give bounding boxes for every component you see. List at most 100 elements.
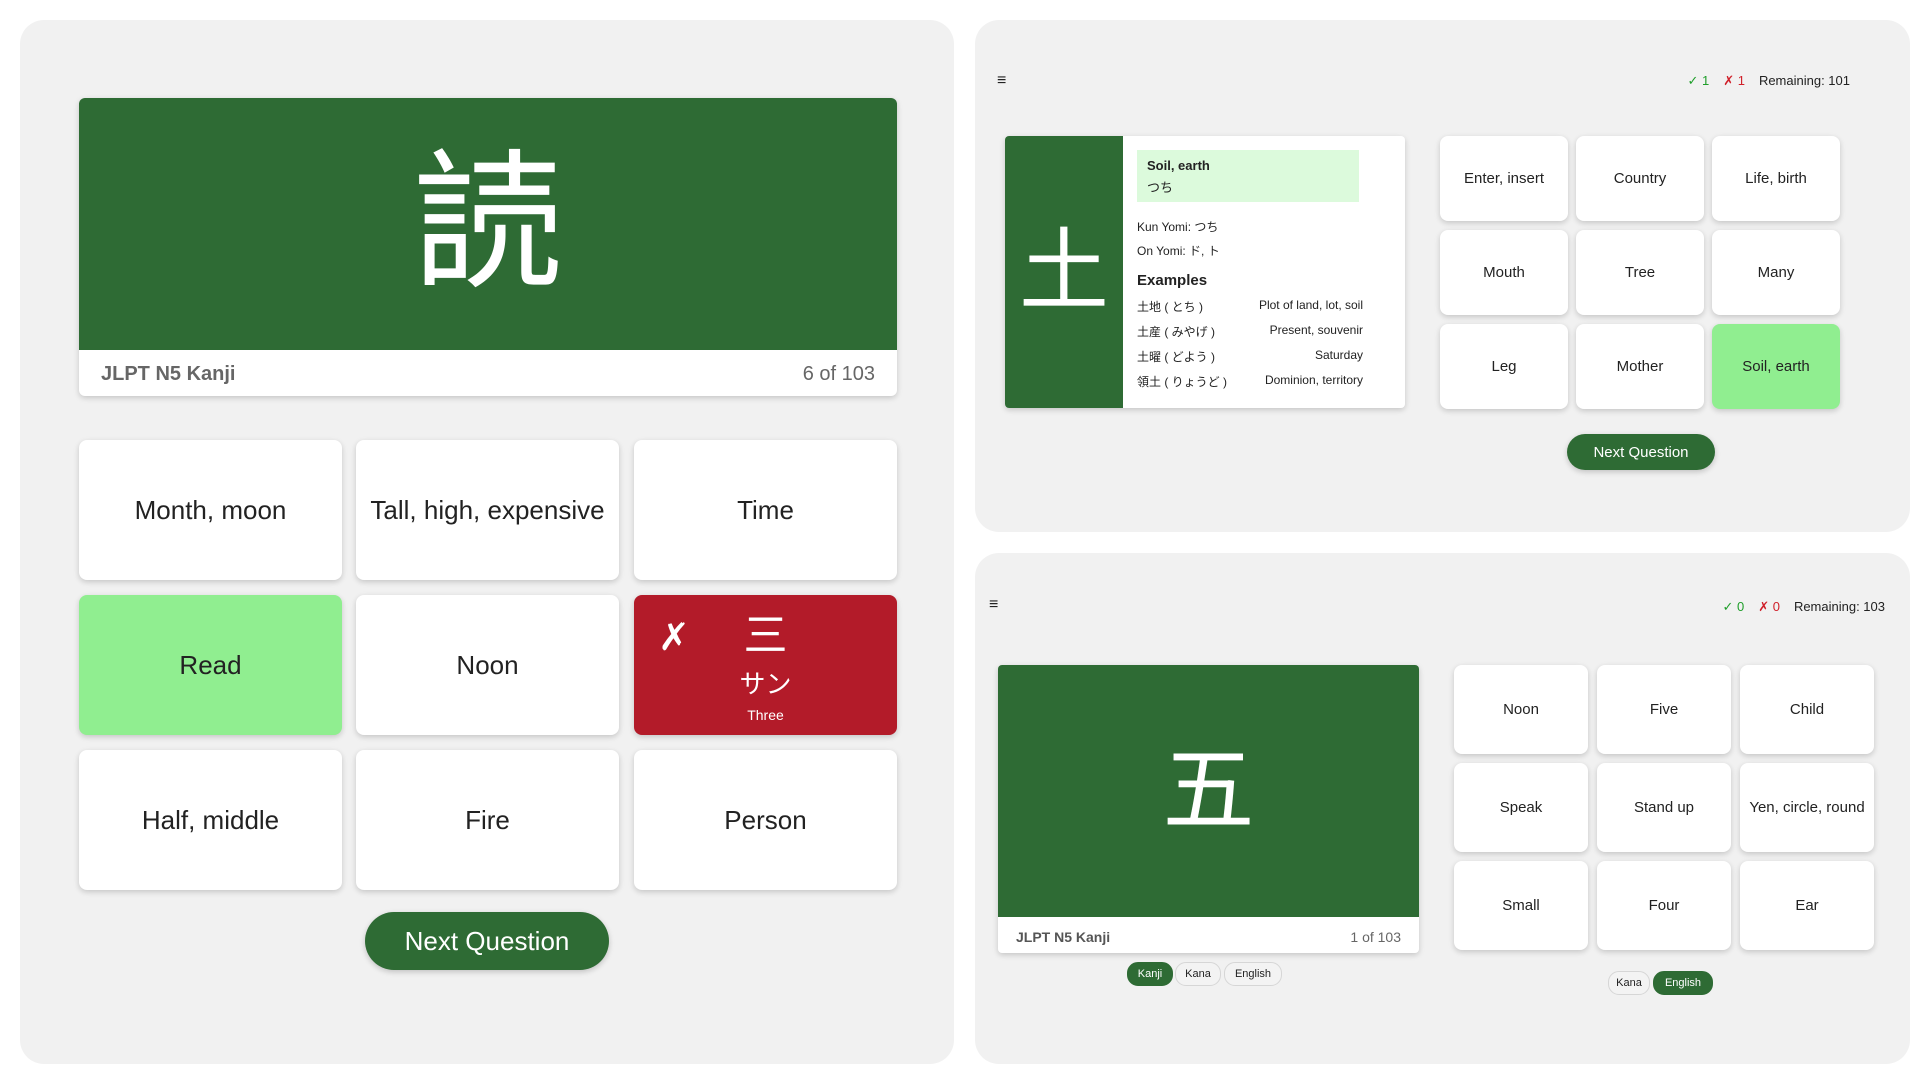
option-label: Yen, circle, round — [1749, 799, 1865, 816]
option-label: Time — [737, 494, 794, 525]
option-label: Month, moon — [134, 494, 287, 525]
review-panel: ≡ ✓ 1 ✗ 1 Remaining: 101 土 Soil, earth つ… — [975, 20, 1910, 532]
example-meaning: Saturday — [1314, 348, 1363, 362]
option-label: Enter, insert — [1463, 170, 1545, 187]
answer-option[interactable]: Half, middle — [79, 750, 342, 890]
example-meaning: Plot of land, lot, soil — [1258, 298, 1363, 312]
detail-kanji-display: 土 — [1005, 136, 1123, 408]
answer-option[interactable]: Mother — [1576, 324, 1704, 409]
progress-counter-2: 1 of 103 — [1350, 929, 1401, 945]
answer-option[interactable]: Fire — [356, 750, 619, 890]
menu-icon-2[interactable]: ≡ — [989, 596, 998, 614]
answer-option[interactable]: Person — [634, 750, 897, 890]
answer-option[interactable]: Enter, insert — [1440, 136, 1568, 221]
answer-option[interactable]: Tree — [1576, 230, 1704, 315]
correct-count-2: ✓ 0 — [1722, 599, 1745, 614]
next-question-button-review[interactable]: Next Question — [1567, 434, 1715, 470]
answer-option[interactable]: Life, birth — [1712, 136, 1840, 221]
option-label: Speak — [1499, 799, 1543, 816]
next-question-button[interactable]: Next Question — [365, 912, 609, 970]
answer-mode-pill-0[interactable]: Kana — [1608, 971, 1650, 995]
answer-option[interactable]: Noon — [356, 595, 619, 735]
wrong-count: ✗ 1 — [1723, 73, 1745, 88]
answer-option[interactable]: Leg — [1440, 324, 1568, 409]
wrong-option-kanji: 三 — [743, 609, 788, 661]
answer-option[interactable]: Mouth — [1440, 230, 1568, 315]
remaining-count-2: Remaining: 103 — [1793, 599, 1885, 614]
answer-option[interactable]: Ear — [1740, 861, 1874, 950]
answer-option[interactable]: Month, moon — [79, 440, 342, 580]
option-label: Read — [179, 649, 242, 680]
kanji-display-2: 五 — [998, 665, 1419, 917]
correct-count: ✓ 1 — [1687, 73, 1710, 88]
examples-title: Examples — [1137, 272, 1208, 289]
option-label: Person — [724, 804, 807, 835]
wrong-option-kana: サン — [739, 668, 792, 699]
example-word: 土曜 ( どよう ) — [1137, 350, 1215, 364]
meaning-text: Soil, earth — [1147, 158, 1210, 173]
wrong-option-meaning: Three — [747, 706, 784, 723]
score-bar-2: ✓ 0 ✗ 0 Remaining: 103 — [1722, 599, 1885, 615]
menu-icon[interactable]: ≡ — [997, 72, 1006, 90]
option-label: Five — [1649, 701, 1679, 718]
answer-option[interactable]: Country — [1576, 136, 1704, 221]
answer-option[interactable]: Noon — [1454, 665, 1588, 754]
option-label: Mouth — [1483, 264, 1525, 281]
progress-counter: 6 of 103 — [802, 363, 875, 385]
answer-option-correct[interactable]: Read — [79, 595, 342, 735]
option-label: Half, middle — [141, 804, 280, 835]
kun-yomi: Kun Yomi: つち — [1137, 220, 1219, 234]
question-mode-pill-2[interactable]: English — [1224, 962, 1282, 986]
flashcard-2: 五 JLPT N5 Kanji 1 of 103 — [998, 665, 1419, 953]
option-label: Ear — [1795, 897, 1819, 914]
option-label: Tall, high, expensive — [370, 494, 605, 525]
example-word: 領土 ( りょうど ) — [1137, 375, 1227, 389]
answer-option[interactable]: Many — [1712, 230, 1840, 315]
option-label: Child — [1789, 701, 1825, 718]
left-quiz-panel: 読 JLPT N5 Kanji 6 of 103 Month, moon Tall… — [20, 20, 954, 1064]
example-row: 土曜 ( どよう ) Saturday — [1137, 348, 1363, 373]
question-mode-pill-1[interactable]: Kana — [1175, 962, 1221, 986]
example-word: 土産 ( みやげ ) — [1137, 325, 1215, 339]
option-label: Leg — [1491, 358, 1517, 375]
answer-option-wrong[interactable]: ✗ 三サン Three — [634, 595, 897, 735]
answer-option[interactable]: Child — [1740, 665, 1874, 754]
answer-option[interactable]: Yen, circle, round — [1740, 763, 1874, 852]
answer-option[interactable]: Tall, high, expensive — [356, 440, 619, 580]
option-label: Noon — [1503, 701, 1539, 718]
reading-text: つち — [1147, 180, 1174, 195]
examples-list: 土地 ( とち ) Plot of land, lot, soil 土産 ( みやげ… — [1137, 298, 1363, 398]
option-label: Noon — [456, 649, 519, 680]
answer-option[interactable]: Stand up — [1597, 763, 1731, 852]
answer-option[interactable]: Speak — [1454, 763, 1588, 852]
question-mode-pill-0[interactable]: Kanji — [1127, 962, 1173, 986]
example-word: 土地 ( とち ) — [1137, 300, 1203, 314]
option-label: Stand up — [1633, 799, 1695, 816]
answer-option[interactable]: Small — [1454, 861, 1588, 950]
example-meaning: Dominion, territory — [1264, 373, 1363, 387]
answer-option[interactable]: Five — [1597, 665, 1731, 754]
option-label: Tree — [1624, 264, 1656, 281]
option-label: Soil, earth — [1742, 358, 1810, 375]
on-yomi: On Yomi: ド, ト — [1137, 244, 1220, 258]
option-label: Life, birth — [1745, 170, 1807, 187]
option-label: Many — [1757, 264, 1795, 281]
answer-option[interactable]: Time — [634, 440, 897, 580]
option-label: Mother — [1616, 358, 1664, 375]
option-label: Four — [1648, 897, 1680, 914]
example-row: 土地 ( とち ) Plot of land, lot, soil — [1137, 298, 1363, 323]
deck-title: JLPT N5 Kanji — [101, 363, 236, 385]
example-row: 領土 ( りょうど ) Dominion, territory — [1137, 373, 1363, 398]
option-label: Fire — [465, 804, 510, 835]
answer-mode-pill-1[interactable]: English — [1653, 971, 1713, 995]
meaning-box: Soil, earth つち — [1137, 150, 1359, 202]
example-row: 土産 ( みやげ ) Present, souvenir — [1137, 323, 1363, 348]
example-meaning: Present, souvenir — [1269, 323, 1363, 337]
score-bar: ✓ 1 ✗ 1 Remaining: 101 — [1687, 73, 1850, 89]
option-label: Small — [1502, 897, 1540, 914]
answer-option[interactable]: Four — [1597, 861, 1731, 950]
answer-option-correct[interactable]: Soil, earth — [1712, 324, 1840, 409]
deck-title-2: JLPT N5 Kanji — [1016, 929, 1111, 945]
kanji-detail-card: 土 Soil, earth つち Kun Yomi: つち On Yomi: ド… — [1005, 136, 1405, 408]
detail-kanji: 土 — [1019, 219, 1109, 324]
